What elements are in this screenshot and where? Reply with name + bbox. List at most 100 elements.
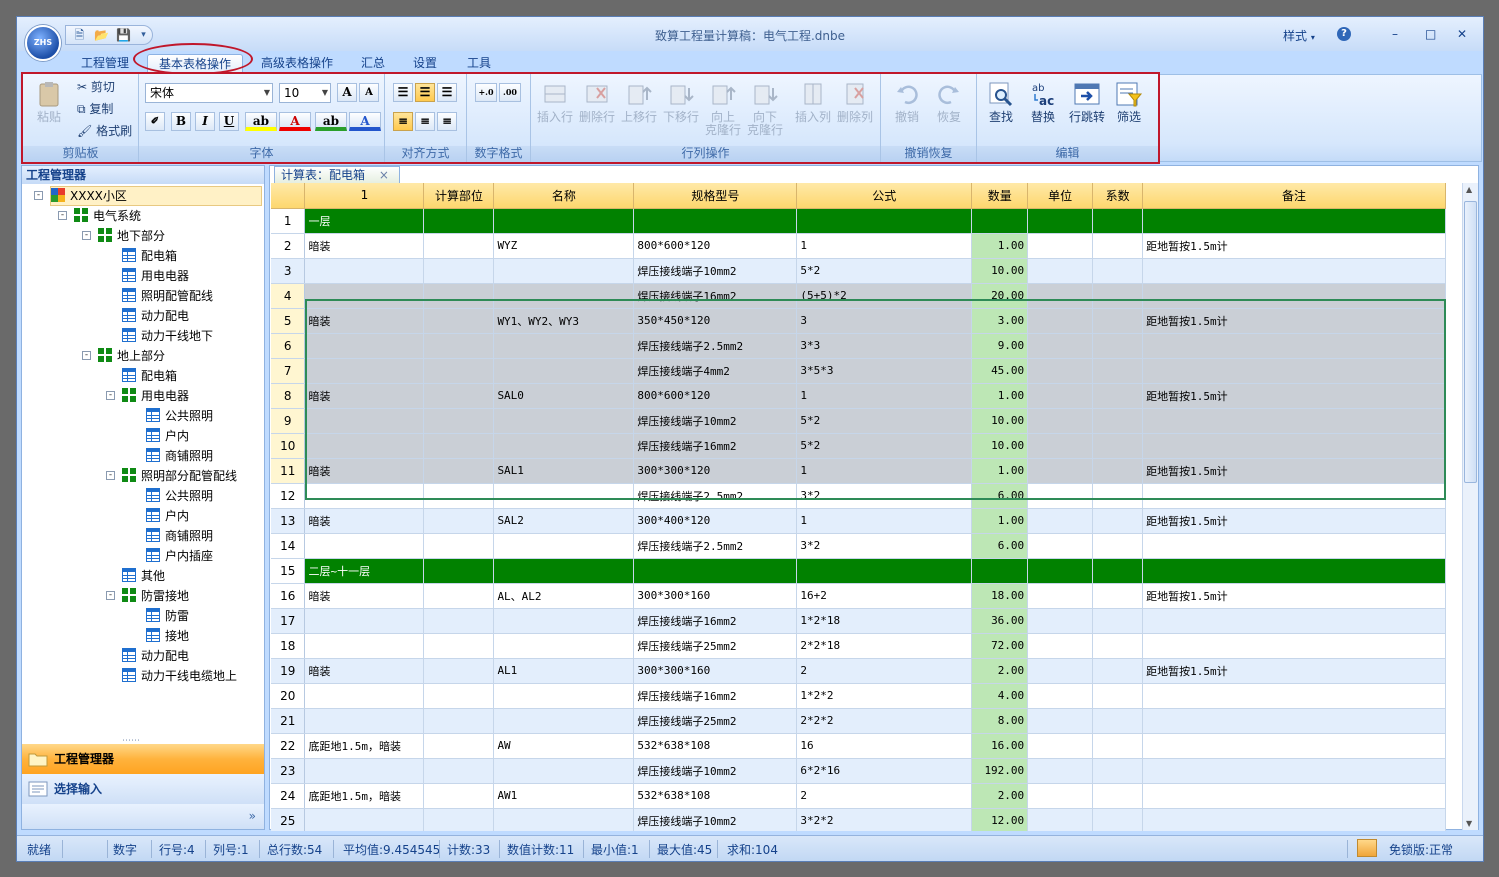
- table-cell[interactable]: [423, 733, 495, 759]
- table-cell[interactable]: AW1: [493, 783, 635, 809]
- delete-row-button[interactable]: 删除行: [577, 80, 617, 124]
- tree-node[interactable]: 户内: [146, 506, 189, 526]
- table-cell[interactable]: [971, 208, 1029, 234]
- tree-node[interactable]: 动力配电: [122, 306, 189, 326]
- increase-decimal-icon[interactable]: +.0: [475, 83, 497, 102]
- table-cell[interactable]: [796, 208, 973, 234]
- table-cell[interactable]: 20.00: [971, 283, 1029, 309]
- table-cell[interactable]: 8.00: [971, 708, 1029, 734]
- tree-expander-icon[interactable]: -: [106, 471, 115, 480]
- table-cell[interactable]: [304, 708, 425, 734]
- tree-node[interactable]: 照明部分配管配线: [122, 466, 237, 486]
- table-cell[interactable]: 4.00: [971, 683, 1029, 709]
- table-cell[interactable]: [1092, 733, 1144, 759]
- table-cell[interactable]: 45.00: [971, 358, 1029, 384]
- table-cell[interactable]: SAL1: [493, 458, 635, 484]
- column-header[interactable]: 公式: [796, 183, 973, 209]
- table-cell[interactable]: [423, 433, 495, 459]
- table-cell[interactable]: [423, 308, 495, 334]
- tab-tools[interactable]: 工具: [457, 54, 501, 73]
- table-cell[interactable]: [493, 283, 635, 309]
- decrease-decimal-icon[interactable]: .00: [499, 83, 521, 102]
- table-cell[interactable]: [1142, 758, 1446, 784]
- table-cell[interactable]: [423, 383, 495, 409]
- grid-corner[interactable]: [271, 183, 306, 209]
- tree-node[interactable]: 公共照明: [146, 406, 213, 426]
- table-cell[interactable]: [1027, 633, 1094, 659]
- table-cell[interactable]: [1142, 358, 1446, 384]
- font-color-button[interactable]: A: [279, 112, 311, 131]
- table-cell[interactable]: [1027, 683, 1094, 709]
- table-cell[interactable]: 距地暂按1.5m计: [1142, 383, 1446, 409]
- table-cell[interactable]: SAL2: [493, 508, 635, 534]
- row-number[interactable]: 12: [271, 483, 306, 509]
- table-cell[interactable]: [304, 283, 425, 309]
- table-cell[interactable]: [1092, 483, 1144, 509]
- tree-node[interactable]: 防雷接地: [122, 586, 189, 606]
- table-cell[interactable]: 1.00: [971, 508, 1029, 534]
- table-cell[interactable]: [423, 258, 495, 284]
- tab-settings[interactable]: 设置: [403, 54, 447, 73]
- table-cell[interactable]: 532*638*108: [633, 733, 798, 759]
- table-cell[interactable]: [493, 433, 635, 459]
- table-cell[interactable]: WYZ: [493, 233, 635, 259]
- redo-button[interactable]: 恢复: [929, 80, 969, 124]
- row-number[interactable]: 10: [271, 433, 306, 459]
- grow-font-button[interactable]: A: [337, 83, 357, 102]
- table-cell[interactable]: [1142, 633, 1446, 659]
- filter-button[interactable]: 筛选: [1109, 80, 1149, 124]
- table-cell[interactable]: 3.00: [971, 308, 1029, 334]
- row-number[interactable]: 4: [271, 283, 306, 309]
- tree-node[interactable]: 公共照明: [146, 486, 213, 506]
- table-cell[interactable]: [423, 358, 495, 384]
- table-cell[interactable]: [633, 208, 798, 234]
- table-cell[interactable]: 2.00: [971, 783, 1029, 809]
- table-cell[interactable]: 2*2*18: [796, 633, 973, 659]
- table-cell[interactable]: [1092, 583, 1144, 609]
- cut-button[interactable]: ✂ 剪切: [77, 78, 115, 95]
- column-header[interactable]: 规格型号: [633, 183, 798, 209]
- table-cell[interactable]: (5+5)*2: [796, 283, 973, 309]
- table-cell[interactable]: [1027, 258, 1094, 284]
- tree-node[interactable]: 接地: [146, 626, 189, 646]
- table-cell[interactable]: 3*2: [796, 483, 973, 509]
- table-cell[interactable]: 16+2: [796, 583, 973, 609]
- table-cell[interactable]: [1092, 633, 1144, 659]
- column-header[interactable]: 系数: [1092, 183, 1144, 209]
- column-header[interactable]: 1: [304, 183, 425, 209]
- fill-color-button[interactable]: ab: [315, 112, 347, 131]
- style-menu[interactable]: 样式 ▾: [1283, 27, 1315, 44]
- tree-node[interactable]: 用电电器: [122, 386, 189, 406]
- table-cell[interactable]: [1142, 683, 1446, 709]
- font-size-select[interactable]: 10 ▼: [279, 83, 331, 103]
- table-cell[interactable]: [1142, 733, 1446, 759]
- table-cell[interactable]: [423, 408, 495, 434]
- table-cell[interactable]: 距地暂按1.5m计: [1142, 308, 1446, 334]
- row-number[interactable]: 13: [271, 508, 306, 534]
- table-cell[interactable]: [423, 208, 495, 234]
- table-cell[interactable]: [493, 758, 635, 784]
- table-cell[interactable]: 焊压接线端子16mm2: [633, 283, 798, 309]
- table-cell[interactable]: 300*300*120: [633, 458, 798, 484]
- table-cell[interactable]: [423, 508, 495, 534]
- table-cell[interactable]: [1092, 558, 1144, 584]
- table-cell[interactable]: [1027, 358, 1094, 384]
- table-cell[interactable]: [304, 758, 425, 784]
- table-cell[interactable]: [493, 358, 635, 384]
- find-button[interactable]: 查找: [981, 80, 1021, 124]
- row-number[interactable]: 5: [271, 308, 306, 334]
- tree-node[interactable]: 户内: [146, 426, 189, 446]
- table-cell[interactable]: [304, 608, 425, 634]
- table-cell[interactable]: [493, 608, 635, 634]
- table-cell[interactable]: [1027, 208, 1094, 234]
- table-cell[interactable]: 底距地1.5m，暗装: [304, 733, 425, 759]
- table-cell[interactable]: 暗装: [304, 458, 425, 484]
- table-cell[interactable]: 800*600*120: [633, 383, 798, 409]
- table-cell[interactable]: [1092, 708, 1144, 734]
- table-cell[interactable]: [304, 483, 425, 509]
- table-cell[interactable]: [493, 633, 635, 659]
- tree-node[interactable]: 地下部分: [98, 226, 165, 246]
- row-number[interactable]: 24: [271, 783, 306, 809]
- scroll-thumb[interactable]: [1464, 201, 1477, 483]
- table-cell[interactable]: 焊压接线端子16mm2: [633, 608, 798, 634]
